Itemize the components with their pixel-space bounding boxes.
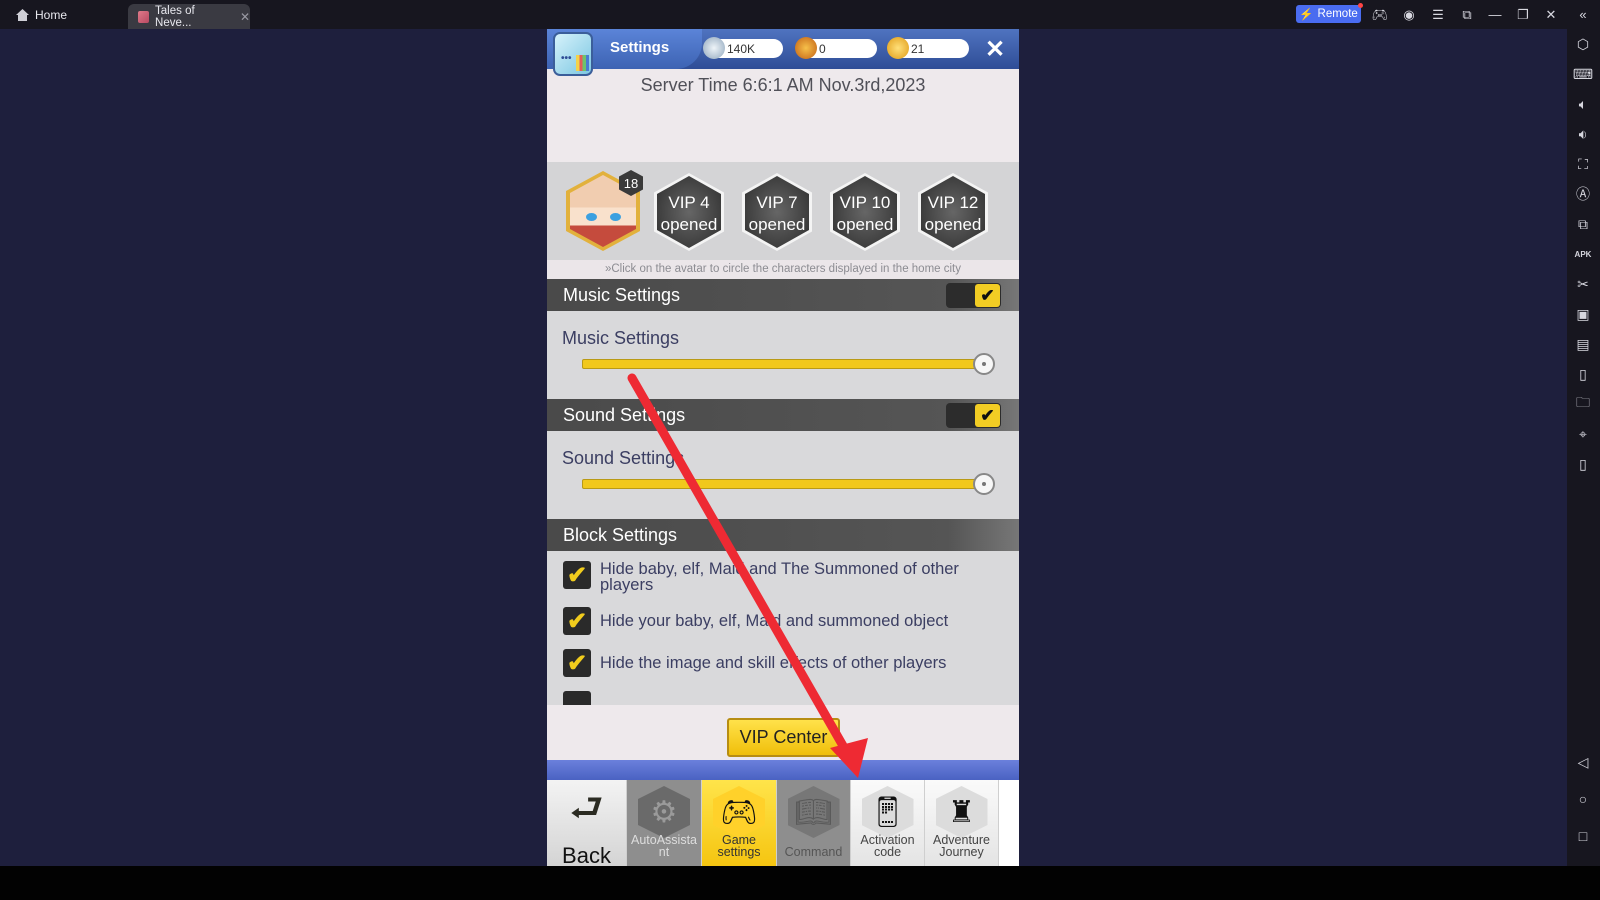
panel-footer-strip [547,760,1019,780]
tab-home-label: Home [35,8,68,22]
volume-up-icon[interactable]: 🔈︎ [1572,93,1594,115]
checkbox-partial[interactable] [563,691,591,705]
android-back-icon[interactable]: ◁ [1572,751,1594,773]
nav-command[interactable]: 📖︎ Command [777,780,851,866]
keyboard-icon[interactable]: ⌨ [1572,63,1594,85]
nav-activation-code[interactable]: 📱︎ Activation code [851,780,925,866]
gamepad-icon[interactable]: 🎮︎ [1371,6,1389,23]
back-arrow-icon: ⮐ [569,787,604,830]
block-option[interactable]: ✔ Hide the image and skill effects of ot… [563,649,990,677]
avatar-hint: »Click on the avatar to circle the chara… [547,260,1019,279]
rotate-device-icon[interactable]: ▯ [1572,453,1594,475]
account-icon[interactable]: ◉ [1400,6,1418,23]
notification-dot [1358,3,1363,8]
panel-header: ••• Settings 140K 0 21 ✕ [547,29,1019,76]
checkmark-icon: ✔ [975,404,1000,427]
gold-counter: 21 [887,37,969,59]
restore-icon[interactable]: ❐ [1514,6,1532,23]
vip-band: 18 VIP 4 opened VIP 7 opened VIP 10 opened … [547,162,1019,260]
server-time: Server Time 6:6:1 AM Nov.3rd,2023 [640,75,926,95]
remote-button[interactable]: ⚡ Remote [1296,3,1363,23]
panel-title: Settings [610,39,670,56]
notes-icon[interactable]: ▤ [1572,333,1594,355]
diamond-icon [703,37,725,59]
gamepad-gear-icon: ⚙ [638,786,690,838]
panel-close-button[interactable]: ✕ [977,33,1013,65]
bottom-bar [0,866,1600,900]
add-window-icon[interactable]: ⧉ [1572,213,1594,235]
book-icon: 📖︎ [787,786,840,838]
diamond-counter: 140K [703,37,783,59]
bottom-nav: ⮐ Back ⚙ AutoAssista nt 🎮︎ Game settings… [547,780,1019,866]
music-settings-header: Music Settings ✔ [547,279,1019,311]
music-settings-body: Music Settings [547,311,1019,399]
tab-game-label: Tales of Neve... [155,4,195,29]
media-icon[interactable]: ▣ [1572,303,1594,325]
block-option[interactable]: ✔ Hide your baby, elf, Maid and summoned… [563,607,990,635]
vip-badge: VIP 4 opened [654,173,724,251]
block-option[interactable]: ✔ Hide baby, elf, Maid and The Summoned … [563,561,990,593]
checkmark-icon: ✔ [975,284,1000,307]
nav-adventure-journey[interactable]: ♜ Adventure Journey [925,780,999,866]
android-home-icon[interactable]: ○ [1572,788,1594,810]
music-toggle[interactable]: ✔ [946,283,1001,308]
music-slider-label: Music Settings [562,328,680,348]
sound-toggle[interactable]: ✔ [946,403,1001,428]
phone-chat-icon: 📱︎ [861,786,914,838]
settings-hex-icon[interactable]: ⬡ [1572,33,1594,55]
medal-icon [795,37,817,59]
checkbox-checked[interactable]: ✔ [563,561,591,589]
game-thumbnail-icon [138,10,150,23]
sound-settings-body: Sound Settings [547,431,1019,519]
music-slider-thumb[interactable] [973,353,995,375]
minimize-icon[interactable]: — [1486,6,1504,23]
tab-home[interactable]: Home [16,5,67,25]
castle-icon: ♜ [935,786,988,838]
scissors-icon[interactable]: ✂ [1572,273,1594,295]
emulator-sidebar: ⬡ ⌨ 🔈︎ 🔉︎ ⛶ Ⓐ ⧉ APK ✂ ▣ ▤ ▯ 🗀 ⌖ ▯ ◁ ○ □ [1567,29,1600,866]
nav-autoassistant[interactable]: ⚙ AutoAssista nt [627,780,702,866]
shake-icon[interactable]: ▯ [1572,363,1594,385]
collapse-sidebar-icon[interactable]: « [1574,6,1592,23]
location-icon[interactable]: ⌖ [1572,423,1594,445]
medal-counter: 0 [795,37,877,59]
remote-label: Remote [1317,8,1358,20]
block-settings-body: ✔ Hide baby, elf, Maid and The Summoned … [547,551,1019,705]
settings-cube-icon: ••• [553,32,593,76]
apk-install-icon[interactable]: APK [1572,243,1594,265]
settings-panel: ••• Settings 140K 0 21 ✕ Server Time 6:6… [547,29,1019,866]
vip-badge: VIP 12 opened [918,173,988,251]
sound-settings-header: Sound Settings ✔ [547,399,1019,431]
checkbox-checked[interactable]: ✔ [563,649,591,677]
nav-back[interactable]: ⮐ Back [547,780,627,866]
folder-icon[interactable]: 🗀 [1572,393,1594,415]
checkbox-checked[interactable]: ✔ [563,607,591,635]
auto-rotate-icon[interactable]: Ⓐ [1572,183,1594,205]
tab-tales-of-neverland[interactable]: Tales of Neve... ✕ [128,4,250,29]
nav-game-settings[interactable]: 🎮︎ Game settings [702,780,777,866]
vip-badge: VIP 10 opened [830,173,900,251]
menu-icon[interactable]: ☰ [1429,6,1447,23]
sound-slider-thumb[interactable] [973,473,995,495]
music-volume-slider[interactable] [582,353,995,375]
home-icon [16,9,29,21]
tab-close-icon[interactable]: ✕ [240,10,250,24]
resize-icon[interactable]: ⧉ [1458,6,1476,23]
volume-down-icon[interactable]: 🔉︎ [1572,123,1594,145]
sound-slider-label: Sound Settings [562,448,685,468]
sound-volume-slider[interactable] [582,473,995,495]
vip-badge: VIP 7 opened [742,173,812,251]
lightning-icon: ⚡ [1299,9,1314,21]
game-settings-icon: 🎮︎ [713,786,765,838]
gold-coin-icon [887,37,909,59]
block-settings-header: Block Settings [547,519,1019,551]
screenshot-frame-icon[interactable]: ⛶ [1572,153,1594,175]
vip-center-button[interactable]: VIP Center [727,718,840,757]
close-icon[interactable]: ✕ [1542,6,1560,23]
block-option-partial[interactable] [563,691,591,705]
window-titlebar: Home Tales of Neve... ✕ ⚡ Remote 🎮︎ ◉ ☰ … [0,0,1600,29]
android-recents-icon[interactable]: □ [1572,825,1594,847]
